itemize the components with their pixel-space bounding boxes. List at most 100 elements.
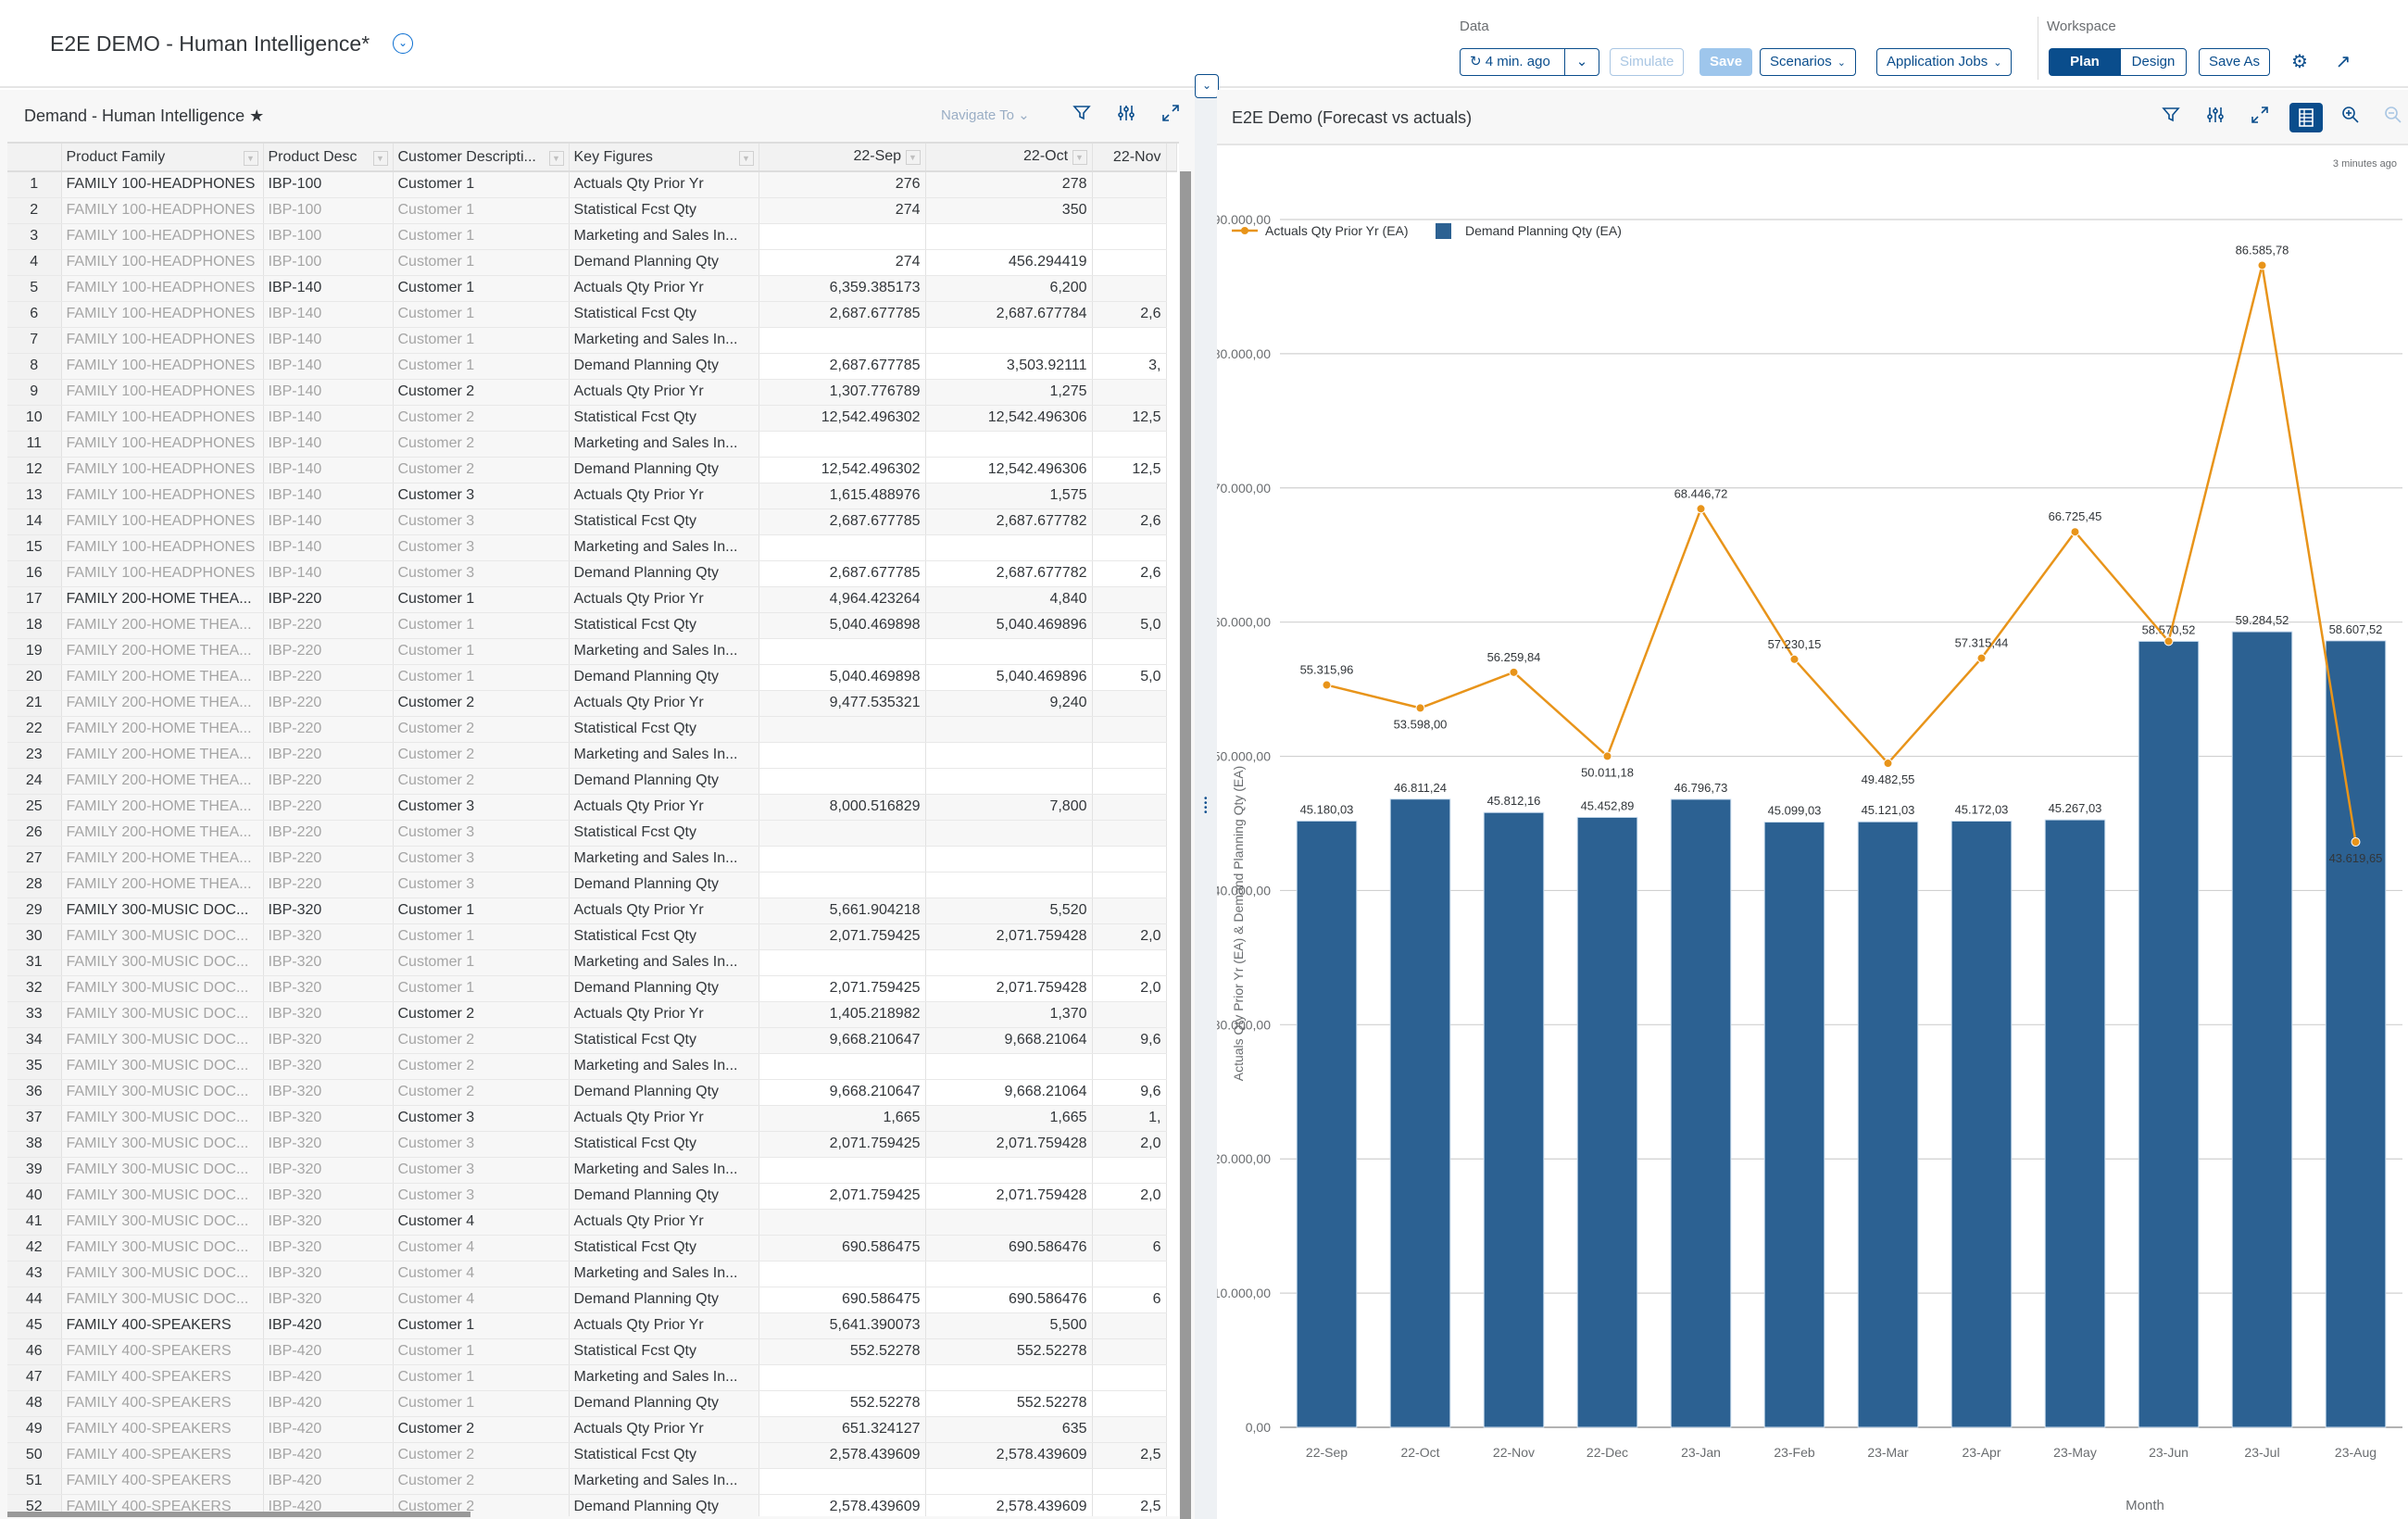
cell-22-oct[interactable]: 7,800 (925, 794, 1093, 821)
cell-22-sep[interactable] (759, 1157, 926, 1184)
cell-22-nov[interactable] (1092, 1001, 1167, 1028)
table-view-toggle-icon[interactable] (2289, 103, 2323, 132)
cell-22-oct[interactable]: 9,668.21064 (925, 1079, 1093, 1106)
table-row[interactable]: 38 FAMILY 300-MUSIC DOC... IBP-320 Customer… (7, 1131, 1176, 1158)
column-filter-icon[interactable]: ▼ (1072, 150, 1087, 166)
cell-22-oct[interactable]: 12,542.496306 (925, 405, 1093, 432)
cell-22-sep[interactable] (759, 1209, 926, 1236)
cell-22-oct[interactable]: 2,071.759428 (925, 975, 1093, 1002)
refresh-dropdown-button[interactable]: ⌄ (1564, 48, 1599, 76)
table-row[interactable]: 21 FAMILY 200-HOME THEA... IBP-220 Customer… (7, 690, 1176, 717)
cell-22-nov[interactable] (1092, 1157, 1167, 1184)
cell-22-oct[interactable]: 12,542.496306 (925, 457, 1093, 483)
cell-22-oct[interactable]: 4,840 (925, 586, 1093, 613)
cell-22-nov[interactable] (1092, 275, 1167, 302)
cell-22-nov[interactable] (1092, 846, 1167, 872)
cell-22-sep[interactable] (759, 1468, 926, 1495)
column-filter-icon[interactable]: ▼ (548, 150, 564, 166)
cell-22-nov[interactable] (1092, 379, 1167, 406)
cell-22-nov[interactable]: 9,6 (1092, 1079, 1167, 1106)
filter-icon[interactable] (1069, 103, 1095, 129)
table-row[interactable]: 8 FAMILY 100-HEADPHONES IBP-140 Customer 1D… (7, 353, 1176, 380)
cell-22-nov[interactable]: 6 (1092, 1287, 1167, 1313)
cell-22-sep[interactable]: 9,668.210647 (759, 1079, 926, 1106)
cell-22-sep[interactable]: 9,668.210647 (759, 1027, 926, 1054)
cell-22-oct[interactable] (925, 742, 1093, 769)
cell-22-oct[interactable] (925, 768, 1093, 795)
table-row[interactable]: 29 FAMILY 300-MUSIC DOC... IBP-320 Customer… (7, 898, 1176, 924)
cell-22-sep[interactable]: 2,071.759425 (759, 923, 926, 950)
table-row[interactable]: 41 FAMILY 300-MUSIC DOC... IBP-320 Customer… (7, 1209, 1176, 1236)
cell-22-sep[interactable]: 5,040.469898 (759, 612, 926, 639)
column-filter-icon[interactable]: ▼ (738, 150, 754, 166)
cell-22-sep[interactable]: 274 (759, 197, 926, 224)
table-row[interactable]: 9 FAMILY 100-HEADPHONES IBP-140 Customer 2A… (7, 379, 1176, 406)
table-row[interactable]: 44 FAMILY 300-MUSIC DOC... IBP-320 Customer… (7, 1287, 1176, 1313)
cell-22-sep[interactable] (759, 768, 926, 795)
cell-22-nov[interactable] (1092, 483, 1167, 509)
table-row[interactable]: 18 FAMILY 200-HOME THEA... IBP-220 Customer… (7, 612, 1176, 639)
cell-22-oct[interactable] (925, 872, 1093, 898)
cell-22-oct[interactable] (925, 1468, 1093, 1495)
cell-22-oct[interactable]: 456.294419 (925, 249, 1093, 276)
cell-22-sep[interactable]: 552.52278 (759, 1338, 926, 1365)
cell-22-oct[interactable]: 2,071.759428 (925, 1131, 1093, 1158)
cell-22-sep[interactable]: 5,641.390073 (759, 1312, 926, 1339)
cell-22-nov[interactable] (1092, 872, 1167, 898)
cell-22-sep[interactable]: 5,040.469898 (759, 664, 926, 691)
table-row[interactable]: 17 FAMILY 200-HOME THEA... IBP-220 Customer… (7, 586, 1176, 613)
table-row[interactable]: 50 FAMILY 400-SPEAKERS IBP-420 Customer 2 St… (7, 1442, 1176, 1469)
column-filter-icon[interactable]: ▼ (905, 150, 921, 166)
cell-22-nov[interactable] (1092, 1338, 1167, 1365)
cell-22-oct[interactable]: 5,520 (925, 898, 1093, 924)
cell-22-nov[interactable] (1092, 586, 1167, 613)
cell-22-oct[interactable]: 552.52278 (925, 1390, 1093, 1417)
cell-22-nov[interactable]: 12,5 (1092, 405, 1167, 432)
cell-22-oct[interactable] (925, 820, 1093, 847)
table-row[interactable]: 4 FAMILY 100-HEADPHONES IBP-100 Customer 1D… (7, 249, 1176, 276)
cell-22-oct[interactable]: 1,575 (925, 483, 1093, 509)
cell-22-oct[interactable] (925, 949, 1093, 976)
column-header-22-nov[interactable]: 22-Nov (1092, 144, 1167, 172)
cell-22-sep[interactable]: 2,687.677785 (759, 560, 926, 587)
cell-22-sep[interactable] (759, 820, 926, 847)
cell-22-nov[interactable] (1092, 949, 1167, 976)
cell-22-nov[interactable] (1092, 327, 1167, 354)
cell-22-sep[interactable]: 9,477.535321 (759, 690, 926, 717)
cell-22-sep[interactable]: 8,000.516829 (759, 794, 926, 821)
table-row[interactable]: 42 FAMILY 300-MUSIC DOC... IBP-320 Customer… (7, 1235, 1176, 1262)
cell-22-sep[interactable]: 2,687.677785 (759, 353, 926, 380)
cell-22-sep[interactable]: 1,307.776789 (759, 379, 926, 406)
title-menu-chevron-icon[interactable]: ⌄ (393, 33, 413, 54)
cell-22-nov[interactable] (1092, 431, 1167, 458)
table-row[interactable]: 37 FAMILY 300-MUSIC DOC... IBP-320 Customer… (7, 1105, 1176, 1132)
table-row[interactable]: 49 FAMILY 400-SPEAKERS IBP-420 Customer 2 Ac… (7, 1416, 1176, 1443)
table-row[interactable]: 40 FAMILY 300-MUSIC DOC... IBP-320 Customer… (7, 1183, 1176, 1210)
cell-22-sep[interactable]: 1,665 (759, 1105, 926, 1132)
column-filter-icon[interactable]: ▼ (243, 150, 258, 166)
cell-22-oct[interactable] (925, 223, 1093, 250)
chart-settings-sliders-icon[interactable] (2202, 105, 2228, 131)
cell-22-nov[interactable] (1092, 1364, 1167, 1391)
table-row[interactable]: 39 FAMILY 300-MUSIC DOC... IBP-320 Customer… (7, 1157, 1176, 1184)
column-header-customer-description[interactable]: Customer Descripti... ▼ (393, 144, 570, 172)
table-row[interactable]: 7 FAMILY 100-HEADPHONES IBP-140 Customer 1M… (7, 327, 1176, 354)
cell-22-sep[interactable]: 5,661.904218 (759, 898, 926, 924)
cell-22-nov[interactable] (1092, 794, 1167, 821)
cell-22-nov[interactable] (1092, 638, 1167, 665)
cell-22-nov[interactable] (1092, 742, 1167, 769)
cell-22-sep[interactable]: 690.586475 (759, 1287, 926, 1313)
cell-22-sep[interactable] (759, 431, 926, 458)
cell-22-sep[interactable] (759, 534, 926, 561)
cell-22-sep[interactable]: 2,071.759425 (759, 1131, 926, 1158)
cell-22-oct[interactable] (925, 327, 1093, 354)
table-row[interactable]: 47 FAMILY 400-SPEAKERS IBP-420 Customer 1 Ma… (7, 1364, 1176, 1391)
cell-22-nov[interactable] (1092, 716, 1167, 743)
navigate-to-dropdown[interactable]: Navigate To ⌄ (941, 107, 1030, 123)
table-row[interactable]: 2 FAMILY 100-HEADPHONES IBP-100 Customer 1S… (7, 197, 1176, 224)
table-row[interactable]: 43 FAMILY 300-MUSIC DOC... IBP-320 Customer… (7, 1261, 1176, 1287)
cell-22-oct[interactable]: 1,370 (925, 1001, 1093, 1028)
cell-22-nov[interactable] (1092, 1468, 1167, 1495)
cell-22-nov[interactable]: 9,6 (1092, 1027, 1167, 1054)
cell-22-sep[interactable] (759, 1364, 926, 1391)
